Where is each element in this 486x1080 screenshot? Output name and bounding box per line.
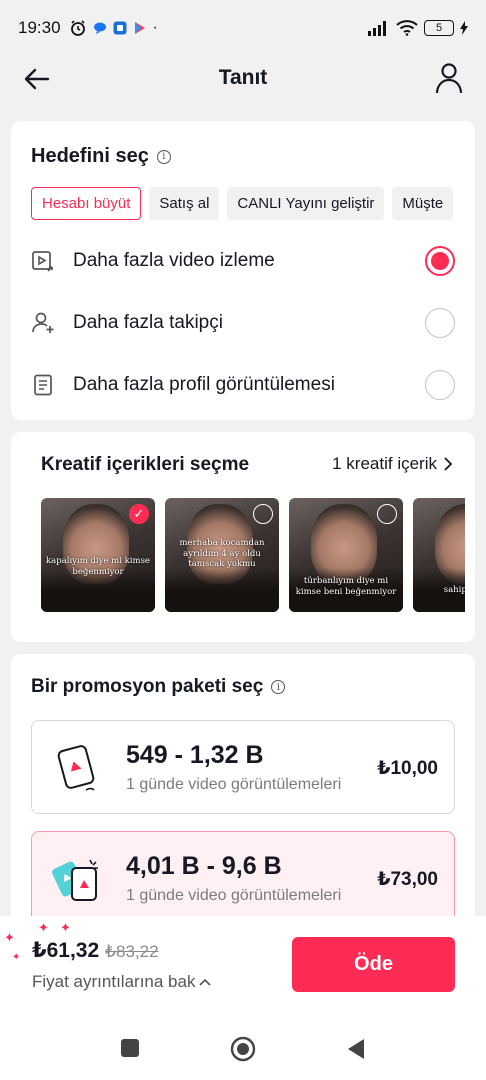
creative-count-link[interactable]: 1 kreatif içerik [332, 454, 453, 474]
top-nav: Tanıt [0, 56, 486, 100]
signal-icon [368, 21, 386, 36]
chat-app-icon [93, 22, 106, 34]
package-option[interactable]: 549 - 1,32 B 1 günde video görüntülemele… [31, 720, 455, 814]
play-store-icon [134, 22, 145, 34]
video-card-icon [57, 745, 95, 791]
creative-thumbnail[interactable]: kapalıyım diye mi kimse beğenmiyor ✓ [41, 498, 155, 612]
alarm-icon [70, 20, 85, 36]
radio-unselected[interactable] [425, 370, 455, 400]
package-section-title-row: Bir promosyon paketi seç i [31, 676, 286, 698]
checkout-bar: ✦ ✦ ✦ ✦ ₺61,32 ₺83,22 Fiyat ayrıntıların… [0, 916, 486, 1016]
package-range: 549 - 1,32 B [126, 741, 264, 769]
video-view-icon [32, 251, 53, 272]
wifi-icon [396, 20, 418, 36]
goal-section-title: Hedefini seç [31, 145, 149, 167]
goal-option-label: Daha fazla takipçi [73, 312, 223, 333]
chip-satis-al[interactable]: Satış al [149, 187, 220, 220]
pay-button[interactable]: Öde [292, 937, 455, 992]
radio-unselected[interactable] [425, 308, 455, 338]
back-triangle-icon[interactable] [346, 1038, 366, 1060]
goal-chips: Hesabı büyüt Satış al CANLI Yayını geliş… [31, 187, 475, 220]
sparkle-icon: ✦ [38, 920, 49, 935]
select-circle-icon[interactable] [377, 504, 397, 524]
sparkle-icon: ✦ [60, 920, 71, 935]
chevron-right-icon [444, 457, 453, 471]
info-icon[interactable]: i [156, 149, 171, 164]
chip-hesabi-buyut[interactable]: Hesabı büyüt [31, 187, 142, 220]
info-icon[interactable]: i [271, 680, 286, 694]
package-card: Bir promosyon paketi seç i 549 - 1,32 B … [11, 654, 475, 954]
radio-selected[interactable] [425, 246, 455, 276]
sparkle-icon: ✦ [12, 952, 21, 963]
creative-thumbnail[interactable]: türbanlıyım diye mi kimse beni beğenmiyo… [289, 498, 403, 612]
status-bar: 19:30 · 5 [0, 0, 486, 56]
package-price: ₺73,00 [377, 869, 438, 890]
price-old: ₺83,22 [105, 942, 159, 961]
thumbnail-caption: türbanlıyım diye mi kimse beni beğenmiyo… [295, 576, 397, 597]
creative-section-title: Kreatif içerikleri seçme [41, 454, 250, 475]
goal-card: Hedefini seç i Hesabı büyüt Satış al CAN… [11, 121, 475, 420]
goal-option-label: Daha fazla video izleme [73, 250, 275, 271]
battery-icon: 5 [424, 20, 454, 36]
notification-icons: · [69, 19, 158, 37]
creative-thumbnails: kapalıyım diye mi kimse beğenmiyor ✓ mer… [41, 498, 465, 612]
chevron-up-icon [199, 978, 212, 986]
chip-canli-yayin[interactable]: CANLI Yayını geliştir [227, 187, 385, 220]
goal-option-video-views[interactable]: Daha fazla video izleme [31, 241, 455, 281]
price-now: ₺61,32 [32, 939, 100, 962]
total-price: ₺61,32 ₺83,22 [32, 938, 159, 963]
charging-icon [460, 21, 468, 35]
creative-count-label: 1 kreatif içerik [332, 454, 437, 473]
recent-apps-icon[interactable] [120, 1038, 140, 1058]
package-price: ₺10,00 [377, 758, 438, 779]
app-square-icon [113, 21, 127, 35]
back-arrow-icon[interactable] [22, 64, 52, 94]
price-details-link[interactable]: Fiyat ayrıntılarına bak [32, 972, 212, 992]
creative-thumbnail[interactable]: merhaba kocamdan ayrıldım 4 ay oldu tanı… [165, 498, 279, 612]
package-section-title: Bir promosyon paketi seç [31, 676, 264, 697]
home-icon[interactable] [230, 1036, 256, 1062]
goal-option-label: Daha fazla profil görüntülemesi [73, 374, 335, 395]
sparkle-icon: ✦ [4, 930, 15, 945]
package-option-selected[interactable]: 4,01 B - 9,6 B 1 günde video görüntüleme… [31, 831, 455, 925]
goal-option-profile-views[interactable]: Daha fazla profil görüntülemesi [31, 365, 455, 405]
package-subtitle: 1 günde video görüntülemeleri [126, 887, 342, 904]
system-nav-bar [0, 1016, 486, 1080]
profile-page-icon [34, 374, 52, 396]
status-time: 19:30 [18, 18, 61, 37]
thumbnail-caption: kapalıyım diye mi kimse beğenmiyor [46, 556, 150, 577]
chip-musteri[interactable]: Müşte [392, 187, 454, 220]
check-icon[interactable]: ✓ [129, 504, 149, 524]
package-range: 4,01 B - 9,6 B [126, 852, 282, 880]
more-dot-icon: · [152, 19, 158, 36]
price-details-label: Fiyat ayrıntılarına bak [32, 972, 196, 991]
boosted-video-card-icon [52, 859, 98, 901]
goal-section-title-row: Hedefini seç i [31, 145, 171, 168]
thumbnail-caption: merhaba sahiplence etsin m [443, 574, 465, 595]
creative-thumbnail[interactable]: merhaba sahiplence etsin m [413, 498, 465, 612]
profile-icon[interactable] [434, 62, 464, 94]
creative-card: Kreatif içerikleri seçme 1 kreatif içeri… [11, 432, 475, 642]
goal-option-followers[interactable]: Daha fazla takipçi [31, 303, 455, 343]
package-subtitle: 1 günde video görüntülemeleri [126, 776, 342, 793]
select-circle-icon[interactable] [253, 504, 273, 524]
thumbnail-caption: merhaba kocamdan ayrıldım 4 ay oldu tanı… [179, 538, 265, 570]
add-follower-icon [32, 312, 54, 333]
page-title: Tanıt [218, 66, 268, 89]
